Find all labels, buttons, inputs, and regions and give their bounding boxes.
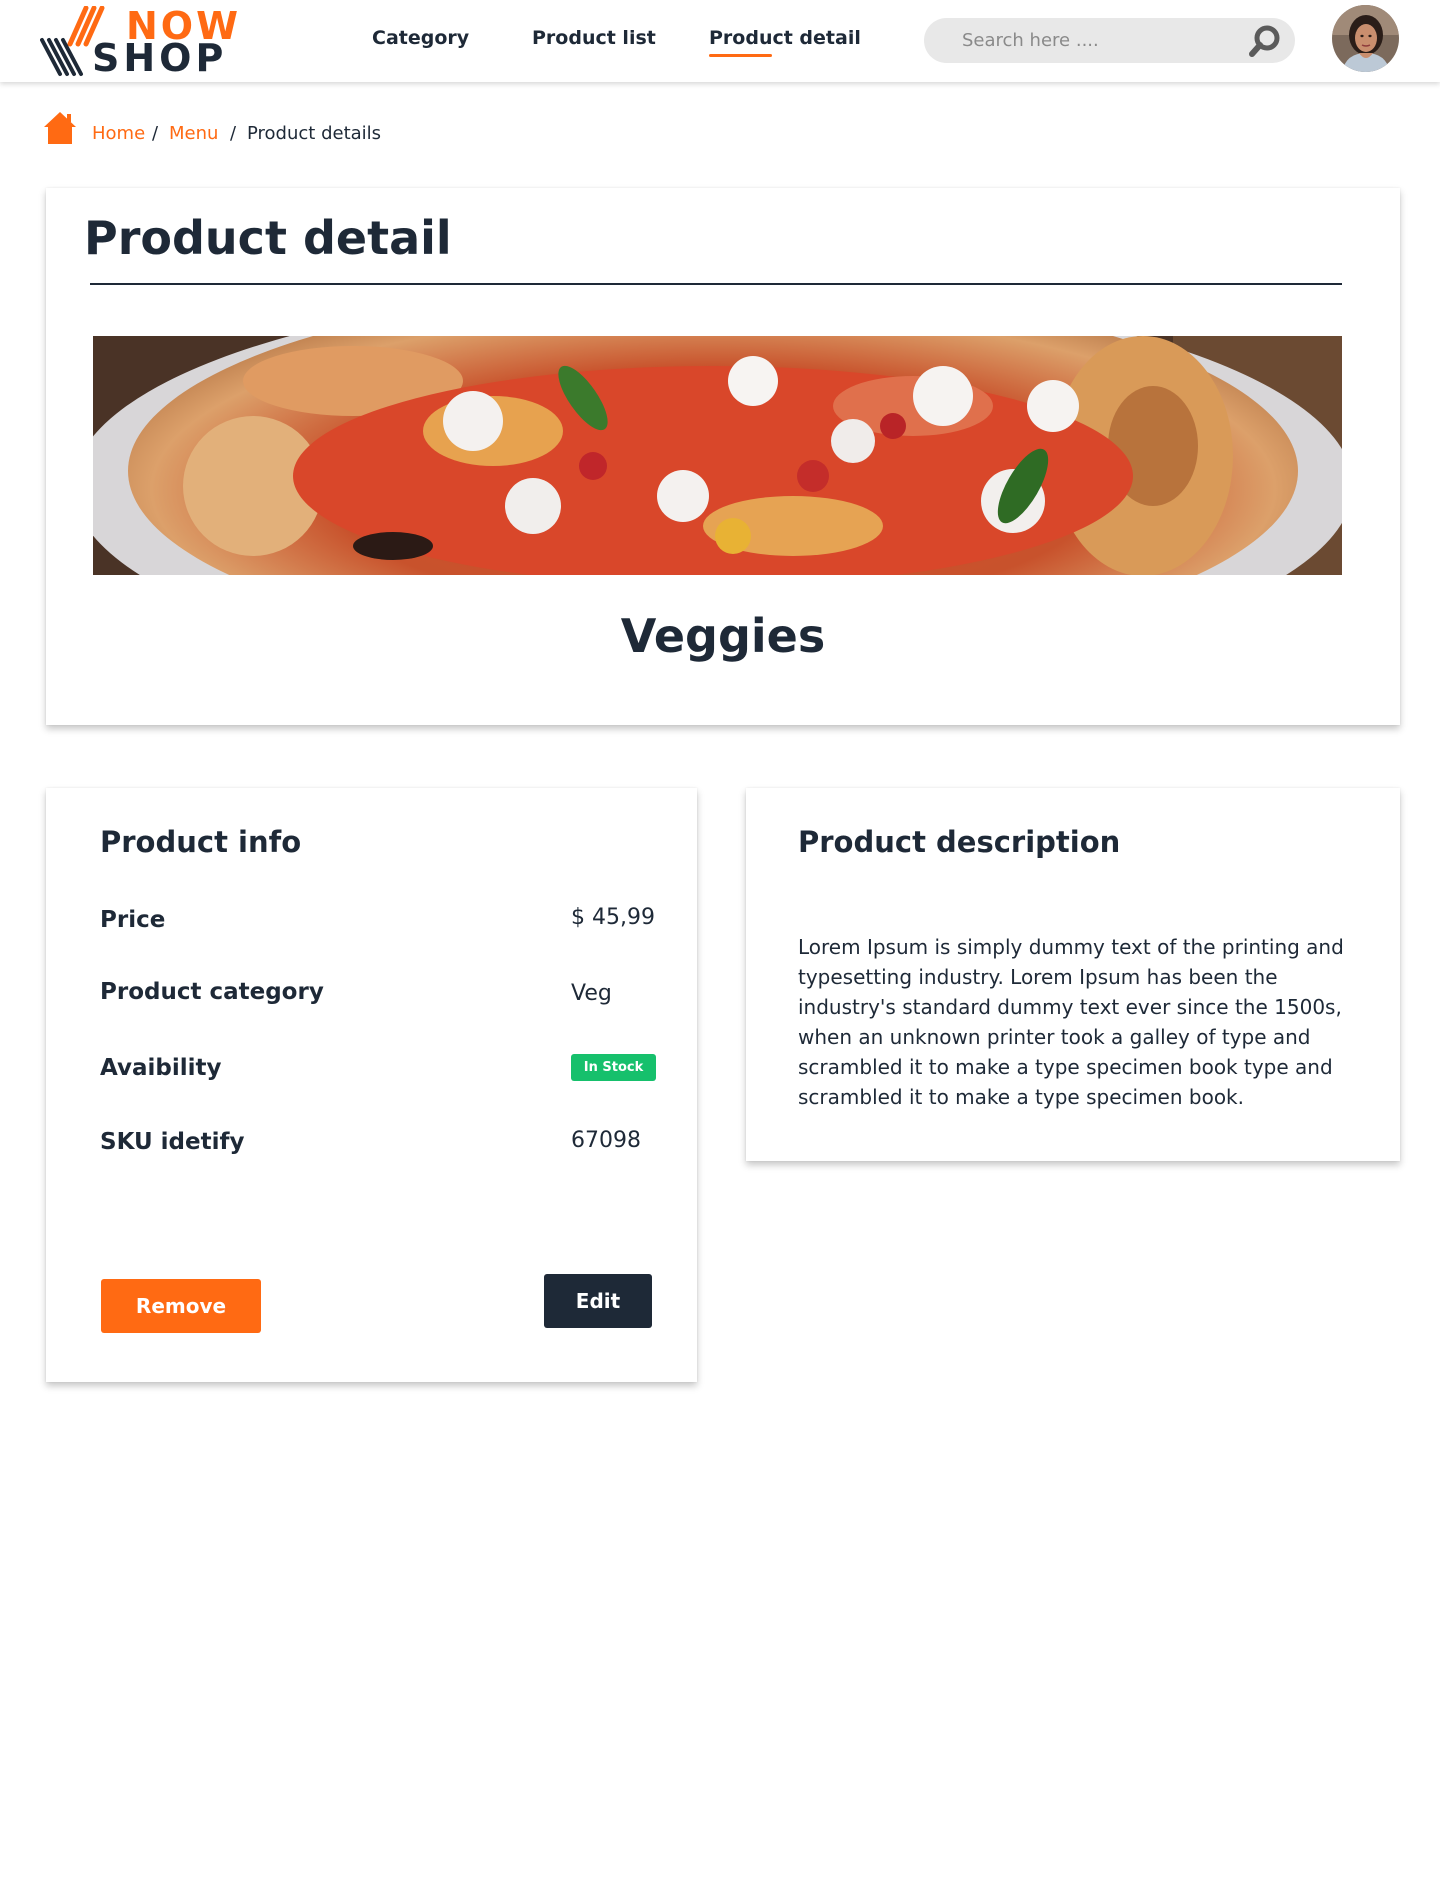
search-icon[interactable] xyxy=(1248,24,1282,58)
in-stock-badge: In Stock xyxy=(571,1054,656,1081)
breadcrumb-menu[interactable]: Menu xyxy=(169,123,218,145)
breadcrumb-current: Product details xyxy=(247,123,382,144)
sku-label: SKU idetify xyxy=(100,1129,245,1155)
product-detail-card: Product detail Veggies xyxy=(46,188,1400,725)
title-divider xyxy=(90,283,1342,285)
top-navbar: NOW SHOP Category Product list Product d… xyxy=(0,0,1440,82)
pizza-image xyxy=(93,336,1342,575)
nav-category[interactable]: Category xyxy=(372,26,469,50)
product-description-card: Product description Lorem Ipsum is simpl… xyxy=(746,788,1400,1161)
sku-value: 67098 xyxy=(571,1128,641,1153)
category-value: Veg xyxy=(571,981,612,1006)
price-label: Price xyxy=(100,907,166,933)
nav-product-list[interactable]: Product list xyxy=(532,26,656,50)
category-label: Product category xyxy=(100,979,324,1005)
page-title: Product detail xyxy=(84,211,452,265)
product-image xyxy=(93,336,1342,575)
search-input[interactable] xyxy=(962,18,1232,63)
product-description-title: Product description xyxy=(798,825,1121,859)
breadcrumb-separator: / xyxy=(230,123,237,144)
search-bar xyxy=(924,18,1295,63)
product-description-text: Lorem Ipsum is simply dummy text of the … xyxy=(798,935,1344,1109)
user-avatar[interactable] xyxy=(1332,5,1399,72)
breadcrumb-home[interactable]: Home xyxy=(92,123,145,145)
product-info-title: Product info xyxy=(100,825,302,859)
edit-button[interactable]: Edit xyxy=(544,1274,652,1328)
price-value: $ 45,99 xyxy=(571,905,655,930)
brand-logo[interactable]: NOW SHOP xyxy=(40,4,250,80)
product-name: Veggies xyxy=(620,609,826,663)
remove-button[interactable]: Remove xyxy=(101,1279,261,1333)
nav-product-detail[interactable]: Product detail xyxy=(709,26,861,50)
home-icon[interactable] xyxy=(42,110,78,146)
availability-label: Avaibility xyxy=(100,1055,222,1081)
active-nav-indicator xyxy=(709,54,772,57)
user-avatar-image xyxy=(1332,5,1399,72)
breadcrumb-separator: / xyxy=(152,123,159,144)
logo-text-shop: SHOP xyxy=(92,36,228,80)
product-info-card: Product info Price $ 45,99 Product categ… xyxy=(46,788,697,1382)
